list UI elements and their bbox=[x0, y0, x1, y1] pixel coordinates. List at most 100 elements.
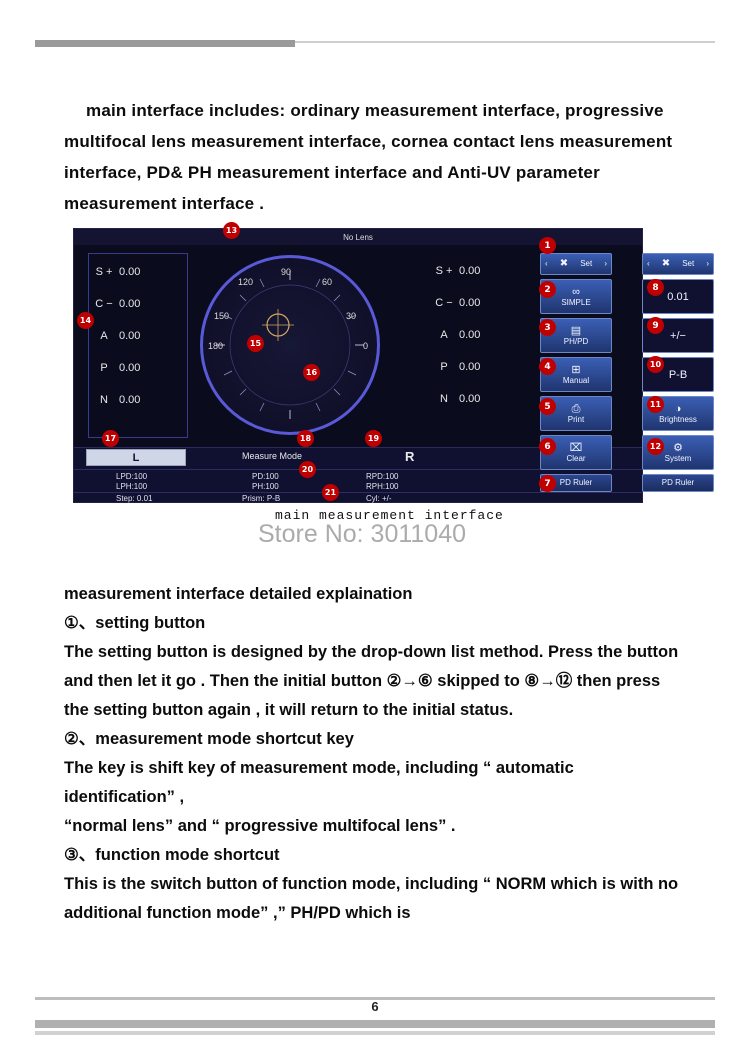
explanation-body: measurement interface detailed explainat… bbox=[64, 580, 689, 928]
footer-rule-accent-2 bbox=[35, 1031, 715, 1035]
menu-item-clear-label: Clear bbox=[566, 453, 586, 463]
status-lpd: LPD:100 bbox=[116, 472, 148, 481]
explanation-line-5: “normal lens” and “ progressive multifoc… bbox=[64, 817, 456, 835]
explanation-line-7: This is the switch button of function mo… bbox=[64, 875, 679, 922]
glasses-icon: ▤ bbox=[570, 324, 582, 337]
set-label-b: Set bbox=[682, 259, 695, 268]
callout-badge-19: 19 bbox=[365, 430, 382, 447]
device-title-bar: No Lens bbox=[74, 229, 642, 245]
dial-number-60: 60 bbox=[322, 277, 333, 287]
header-rule-accent bbox=[35, 40, 295, 47]
menu-item-phpd-label: PH/PD bbox=[563, 336, 589, 346]
callout-badge-5: 5 bbox=[539, 398, 556, 415]
dial-number-90: 90 bbox=[281, 267, 292, 277]
left-row-p: P 0.00 bbox=[100, 362, 141, 374]
eye-select-left[interactable]: L bbox=[86, 449, 186, 466]
footer-rule-accent bbox=[35, 1020, 715, 1028]
right-measurement-panel: S +0.00 C −0.00 A 0.00 P 0.00 N 0.00 bbox=[429, 253, 525, 438]
measure-mode-label: Measure Mode bbox=[242, 451, 303, 461]
pd-ruler-label-a: PD Ruler bbox=[559, 478, 593, 487]
callout-badge-18: 18 bbox=[297, 430, 314, 447]
set-button-b[interactable]: ‹ ✖ Set › bbox=[642, 253, 714, 275]
left-measurement-panel: S +0.00 C −0.00 A 0.00 P 0.00 N 0.00 bbox=[88, 253, 188, 438]
right-row-c: C −0.00 bbox=[435, 297, 481, 309]
device-title-text: No Lens bbox=[343, 232, 373, 242]
axis-dial: 120 90 60 150 30 180 0 bbox=[200, 255, 380, 435]
callout-badge-20: 20 bbox=[299, 461, 316, 478]
chevron-right-icon: › bbox=[604, 259, 607, 268]
callout-badge-11: 11 bbox=[647, 396, 664, 413]
chevron-right-icon-b: › bbox=[706, 259, 709, 268]
status-step: Step: 0.01 bbox=[116, 494, 153, 503]
right-row-s: S +0.00 bbox=[435, 265, 481, 277]
gear-icon: ✖ bbox=[559, 258, 569, 269]
callout-badge-21: 21 bbox=[322, 484, 339, 501]
right-row-a: A 0.00 bbox=[440, 329, 481, 341]
gear-icon-b: ✖ bbox=[661, 258, 671, 269]
dial-number-0: 0 bbox=[363, 341, 369, 351]
dial-number-150: 150 bbox=[214, 311, 230, 321]
status-pd: PD:100 bbox=[252, 472, 279, 481]
pd-ruler-button-b[interactable]: PD Ruler bbox=[642, 474, 714, 492]
explanation-line-6: ③、function mode shortcut bbox=[64, 846, 280, 864]
chevron-left-icon: ‹ bbox=[545, 259, 548, 268]
store-watermark: Store No: 3011040 bbox=[258, 520, 467, 548]
left-row-n: N 0.00 bbox=[100, 394, 141, 406]
menu-item-system-label: System bbox=[664, 453, 692, 463]
right-row-n: N 0.00 bbox=[440, 393, 481, 405]
status-prism: Prism: P-B bbox=[242, 494, 281, 503]
status-rpd: RPD:100 bbox=[366, 472, 399, 481]
callout-badge-2: 2 bbox=[539, 281, 556, 298]
intro-paragraph: main interface includes: ordinary measur… bbox=[64, 95, 684, 219]
menu-item-step-label: 0.01 bbox=[667, 290, 689, 303]
menu-item-cyl-sign-label: +/− bbox=[670, 329, 686, 342]
eye-select-right: R bbox=[405, 449, 415, 464]
chevron-left-icon-b: ‹ bbox=[647, 259, 650, 268]
set-button-a[interactable]: ‹ ✖ Set › bbox=[540, 253, 612, 275]
menu-item-brightness-label: Brightness bbox=[659, 414, 697, 424]
eraser-icon: ⌧ bbox=[569, 441, 583, 454]
callout-badge-9: 9 bbox=[647, 317, 664, 334]
intro-text: main interface includes: ordinary measur… bbox=[64, 101, 673, 213]
dial-number-180: 180 bbox=[208, 341, 224, 351]
pd-ruler-label-b: PD Ruler bbox=[661, 478, 695, 487]
grid-icon: ⊞ bbox=[571, 363, 581, 376]
callout-badge-8: 8 bbox=[647, 279, 664, 296]
left-row-c: C −0.00 bbox=[95, 298, 141, 310]
dial-number-30: 30 bbox=[346, 311, 357, 321]
callout-badge-10: 10 bbox=[647, 356, 664, 373]
dial-number-120: 120 bbox=[238, 277, 254, 287]
set-label-a: Set bbox=[580, 259, 593, 268]
explanation-line-3: ②、measurement mode shortcut key bbox=[64, 730, 354, 748]
menu-item-print-label: Print bbox=[567, 414, 585, 424]
menu-item-prism-label: P-B bbox=[668, 368, 688, 381]
infinity-icon: ∞ bbox=[572, 285, 580, 298]
callout-badge-16: 16 bbox=[303, 364, 320, 381]
callout-badge-7: 7 bbox=[539, 475, 556, 492]
right-row-p: P 0.00 bbox=[440, 361, 481, 373]
status-cyl: Cyl: +/- bbox=[366, 494, 392, 503]
menu-item-simple-label: SIMPLE bbox=[561, 297, 591, 307]
dial-ticks-icon bbox=[216, 271, 364, 419]
callout-badge-12: 12 bbox=[647, 438, 664, 455]
callout-badge-6: 6 bbox=[539, 438, 556, 455]
callout-badge-14: 14 bbox=[77, 312, 94, 329]
page-number: 6 bbox=[371, 999, 379, 1014]
status-rph: RPH:100 bbox=[366, 482, 399, 491]
explanation-line-4: The key is shift key of measurement mode… bbox=[64, 759, 574, 806]
status-lph: LPH:100 bbox=[116, 482, 148, 491]
gear-system-icon: ⚙ bbox=[673, 441, 683, 454]
status-ph: PH:100 bbox=[252, 482, 279, 491]
device-screenshot: No Lens S +0.00 C −0.00 A 0.00 P 0.00 N 0.0… bbox=[73, 228, 714, 503]
callout-badge-15: 15 bbox=[247, 335, 264, 352]
callout-badge-3: 3 bbox=[539, 319, 556, 336]
left-row-a: A 0.00 bbox=[100, 330, 141, 342]
printer-icon: ⎙ bbox=[571, 402, 581, 415]
brightness-icon: ◑ bbox=[674, 402, 682, 415]
callout-badge-1: 1 bbox=[539, 237, 556, 254]
menu-item-manual-label: Manual bbox=[562, 375, 590, 385]
explanation-line-1: ①、setting button bbox=[64, 614, 206, 632]
callout-badge-4: 4 bbox=[539, 358, 556, 375]
left-row-s: S +0.00 bbox=[95, 266, 141, 278]
callout-badge-17: 17 bbox=[102, 430, 119, 447]
